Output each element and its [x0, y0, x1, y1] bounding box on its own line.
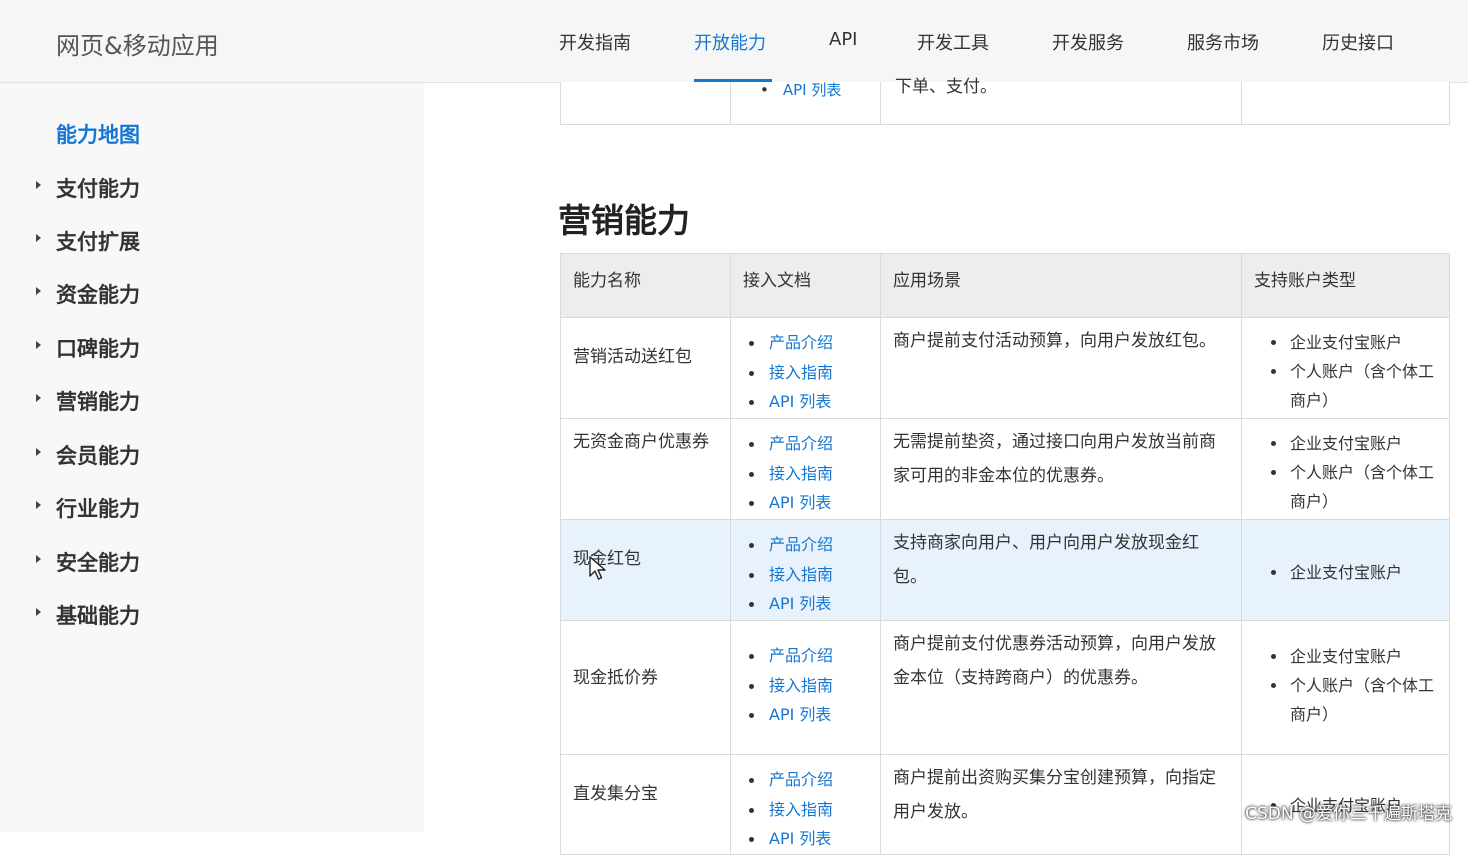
nav-item-legacy-api[interactable]: 历史接口	[1322, 29, 1394, 55]
table-row: 现金抵价券 产品介绍 接入指南 API 列表 商户提前支付优惠券活动预算，向用户…	[560, 620, 1450, 755]
top-header: 网页&移动应用 开发指南 开放能力 API 开发工具 开发服务 服务市场 历史接…	[0, 0, 1468, 83]
caret-right-icon	[36, 394, 41, 402]
api-list-link[interactable]: API 列表	[749, 700, 868, 730]
nav-item-dev-services[interactable]: 开发服务	[1052, 29, 1124, 55]
col-header-accounts: 支持账户类型	[1241, 253, 1450, 318]
account-type: 个人账户（含个体工商户）	[1271, 458, 1437, 516]
prev-scene-text: 下单、支付。	[895, 77, 997, 97]
caret-right-icon	[36, 448, 41, 456]
table-divider	[1241, 82, 1242, 124]
account-type: 个人账户（含个体工商户）	[1271, 357, 1437, 415]
sidebar-item-label: 资金能力	[56, 283, 140, 307]
product-intro-link[interactable]: 产品介绍	[749, 429, 868, 459]
api-list-link[interactable]: API 列表	[749, 488, 868, 518]
sidebar-item-label: 口碑能力	[56, 337, 140, 361]
sidebar-item-label: 支付能力	[56, 177, 140, 201]
caret-right-icon	[36, 555, 41, 563]
product-intro-link[interactable]: 产品介绍	[749, 328, 868, 358]
caret-right-icon	[36, 608, 41, 616]
doc-links: 产品介绍 接入指南 API 列表	[743, 520, 868, 619]
nav-item-dev-tools[interactable]: 开发工具	[917, 29, 989, 55]
sidebar-item-label: 安全能力	[56, 551, 140, 575]
doc-links: 产品介绍 接入指南 API 列表	[743, 318, 868, 417]
nav-item-api[interactable]: API	[829, 29, 857, 50]
capability-name: 营销活动送红包	[560, 317, 731, 419]
col-header-docs: 接入文档	[730, 253, 881, 318]
sidebar-item-label: 行业能力	[56, 497, 140, 521]
table-row: 现金红包 产品介绍 接入指南 API 列表 支持商家向用户、用户向用户发放现金红…	[560, 519, 1450, 621]
caret-right-icon	[36, 501, 41, 509]
prev-api-list-link[interactable]: • API 列表	[760, 79, 841, 100]
sidebar-item-capability-map[interactable]: 能力地图	[56, 119, 140, 149]
capability-name: 无资金商户优惠券	[560, 418, 731, 520]
integration-guide-link[interactable]: 接入指南	[749, 795, 868, 825]
scene-text: 无需提前垫资，通过接口向用户发放当前商家可用的非金本位的优惠券。	[880, 418, 1242, 520]
account-types: 企业支付宝账户 个人账户（含个体工商户）	[1254, 621, 1437, 729]
doc-links: 产品介绍 接入指南 API 列表	[743, 755, 868, 854]
section-title: 营销能力	[558, 201, 690, 240]
capability-name: 现金抵价券	[560, 620, 731, 755]
table-row: 无资金商户优惠券 产品介绍 接入指南 API 列表 无需提前垫资，通过接口向用户…	[560, 418, 1450, 520]
doc-links: 产品介绍 接入指南 API 列表	[743, 621, 868, 730]
brand-title[interactable]: 网页&移动应用	[56, 26, 219, 61]
col-header-scene: 应用场景	[880, 253, 1242, 318]
sidebar-item-label: 支付扩展	[56, 230, 140, 254]
doc-links: 产品介绍 接入指南 API 列表	[743, 419, 868, 518]
account-types: 企业支付宝账户 个人账户（含个体工商户）	[1254, 419, 1437, 516]
api-list-link[interactable]: API 列表	[749, 589, 868, 619]
capability-name: 直发集分宝	[560, 754, 731, 855]
col-header-name: 能力名称	[560, 253, 731, 318]
account-type: 企业支付宝账户	[1271, 328, 1437, 357]
table-divider	[730, 82, 731, 124]
mouse-cursor-icon	[589, 556, 606, 580]
previous-table-tail	[560, 82, 1450, 125]
caret-right-icon	[36, 287, 41, 295]
caret-right-icon	[36, 234, 41, 242]
scene-text: 商户提前支付活动预算，向用户发放红包。	[880, 317, 1242, 419]
watermark: CSDN @爱你三千遍斯塔克	[1245, 804, 1452, 824]
product-intro-link[interactable]: 产品介绍	[749, 641, 868, 671]
nav-item-dev-guide[interactable]: 开发指南	[559, 29, 631, 55]
table-header-row: 能力名称 接入文档 应用场景 支持账户类型	[560, 253, 1450, 318]
api-list-link[interactable]: API 列表	[749, 387, 868, 417]
integration-guide-link[interactable]: 接入指南	[749, 459, 868, 489]
integration-guide-link[interactable]: 接入指南	[749, 560, 868, 590]
table-row: 营销活动送红包 产品介绍 接入指南 API 列表 商户提前支付活动预算，向用户发…	[560, 317, 1450, 419]
scene-text: 商户提前支付优惠券活动预算，向用户发放金本位（支持跨商户）的优惠券。	[880, 620, 1242, 755]
caret-right-icon	[36, 181, 41, 189]
integration-guide-link[interactable]: 接入指南	[749, 358, 868, 388]
scene-text: 商户提前出资购买集分宝创建预算，向指定用户发放。	[880, 754, 1242, 855]
sidebar-item-label: 基础能力	[56, 604, 140, 628]
sidebar-item-label: 营销能力	[56, 390, 140, 414]
table-divider	[880, 82, 881, 124]
account-types: 企业支付宝账户 个人账户（含个体工商户）	[1254, 318, 1437, 415]
capability-table: 能力名称 接入文档 应用场景 支持账户类型 营销活动送红包 产品介绍 接入指南 …	[560, 253, 1450, 855]
caret-right-icon	[36, 341, 41, 349]
nav-item-service-market[interactable]: 服务市场	[1187, 29, 1259, 55]
sidebar-item-label: 会员能力	[56, 444, 140, 468]
product-intro-link[interactable]: 产品介绍	[749, 765, 868, 795]
scene-text: 支持商家向用户、用户向用户发放现金红包。	[880, 519, 1242, 621]
product-intro-link[interactable]: 产品介绍	[749, 530, 868, 560]
account-types: 企业支付宝账户	[1254, 520, 1437, 587]
nav-item-open-capability[interactable]: 开放能力	[694, 29, 766, 55]
account-type: 个人账户（含个体工商户）	[1271, 671, 1437, 729]
capability-name: 现金红包	[560, 519, 731, 621]
account-type: 企业支付宝账户	[1271, 642, 1437, 671]
account-type: 企业支付宝账户	[1271, 429, 1437, 458]
integration-guide-link[interactable]: 接入指南	[749, 671, 868, 701]
api-list-link[interactable]: API 列表	[749, 824, 868, 854]
account-type: 企业支付宝账户	[1271, 558, 1437, 587]
sidebar: 能力地图 支付能力 支付扩展 资金能力 口碑能力 营销能力 会员能力 行业能力 …	[0, 83, 424, 832]
